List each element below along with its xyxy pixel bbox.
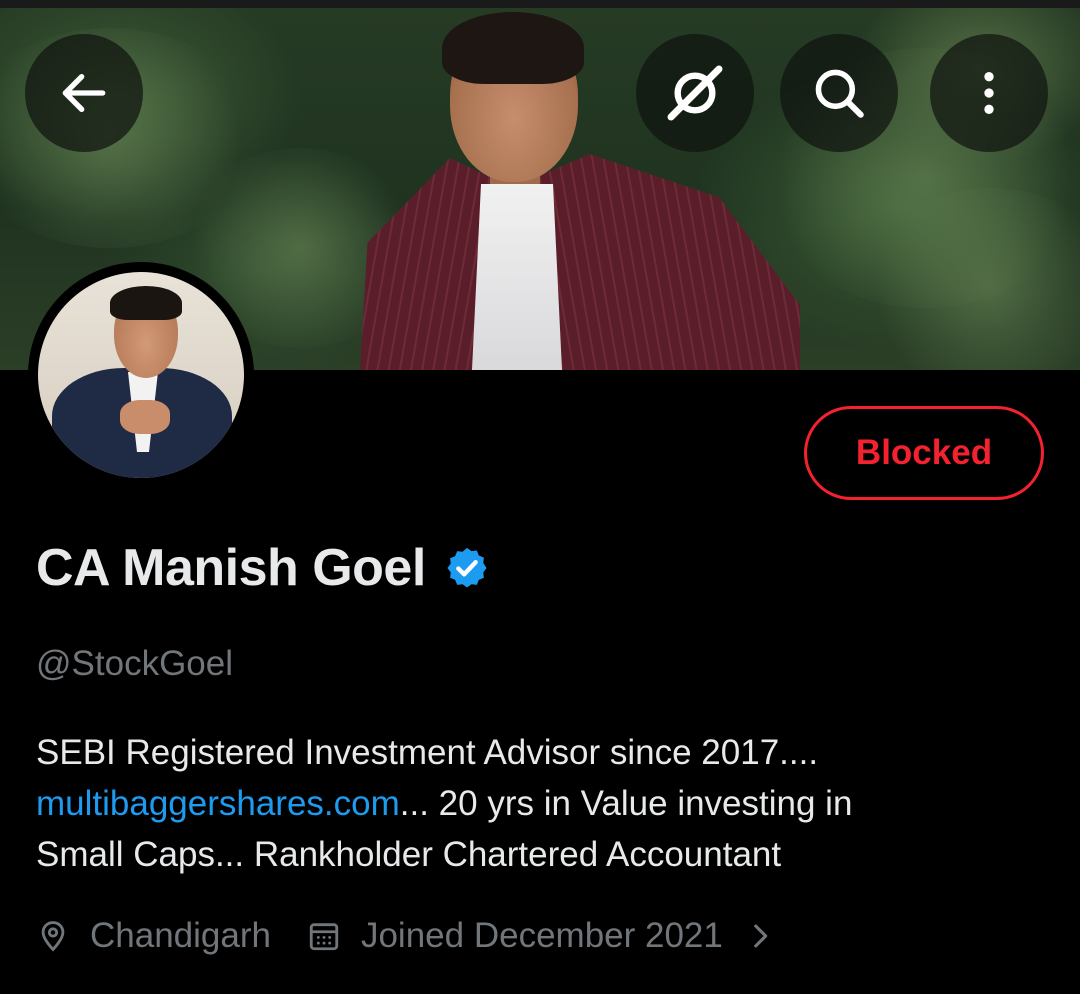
bio-line-3: Small Caps... Rankholder Chartered Accou…	[36, 835, 782, 874]
grok-icon	[667, 65, 723, 121]
blocked-button[interactable]: Blocked	[804, 406, 1044, 500]
joined-item[interactable]: Joined December 2021	[307, 916, 777, 956]
avatar-photo	[38, 272, 244, 478]
bio-line-1: SEBI Registered Investment Advisor since…	[36, 733, 819, 772]
profile-bio: SEBI Registered Investment Advisor since…	[36, 727, 1046, 880]
avatar[interactable]	[28, 262, 254, 488]
bio-line-2: multibaggershares.com... 20 yrs in Value…	[36, 778, 1046, 829]
bio-website-link[interactable]: multibaggershares.com	[36, 784, 400, 823]
location-item: Chandigarh	[36, 916, 271, 956]
more-vertical-icon	[984, 72, 994, 114]
arrow-left-icon	[62, 73, 106, 113]
bio-line-2-text: ... 20 yrs in Value investing in	[399, 784, 853, 823]
display-name-text: CA Manish Goel	[36, 539, 426, 597]
profile-meta: Chandigarh Joined December 2021	[36, 908, 777, 964]
banner-photo-person	[350, 8, 820, 370]
location-pin-icon	[41, 921, 65, 952]
back-button[interactable]	[25, 34, 143, 152]
username-handle: @StockGoel	[36, 644, 233, 683]
profile-page: Blocked CA Manish Goel @StockGoel SEBI R…	[0, 0, 1080, 994]
calendar-icon	[309, 923, 339, 951]
search-icon	[815, 69, 864, 118]
more-options-button[interactable]	[930, 34, 1048, 152]
verified-badge-icon[interactable]	[444, 545, 490, 591]
status-bar	[0, 0, 1080, 8]
search-button[interactable]	[780, 34, 898, 152]
location-text: Chandigarh	[90, 916, 271, 955]
grok-button[interactable]	[636, 34, 754, 152]
chevron-right-icon	[754, 924, 768, 948]
display-name: CA Manish Goel	[36, 536, 490, 600]
joined-text: Joined December 2021	[360, 916, 723, 955]
